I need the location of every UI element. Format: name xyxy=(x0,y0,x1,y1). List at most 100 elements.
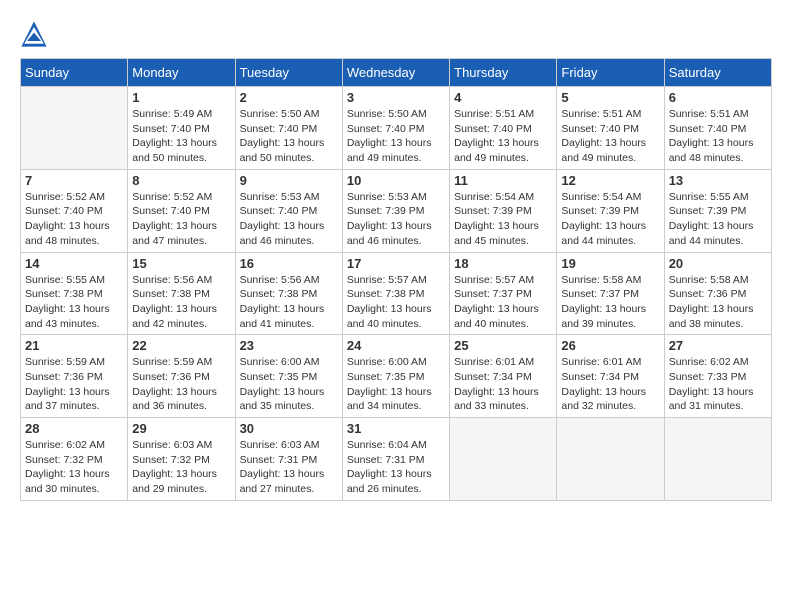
day-info: Sunrise: 6:02 AM Sunset: 7:33 PM Dayligh… xyxy=(669,355,767,414)
day-info: Sunrise: 5:51 AM Sunset: 7:40 PM Dayligh… xyxy=(454,107,552,166)
day-info: Sunrise: 5:49 AM Sunset: 7:40 PM Dayligh… xyxy=(132,107,230,166)
weekday-header-saturday: Saturday xyxy=(664,59,771,87)
day-number: 8 xyxy=(132,173,230,188)
day-cell: 21 Sunrise: 5:59 AM Sunset: 7:36 PM Dayli… xyxy=(21,335,128,418)
day-number: 19 xyxy=(561,256,659,271)
day-cell: 3 Sunrise: 5:50 AM Sunset: 7:40 PM Daylig… xyxy=(342,87,449,170)
day-info: Sunrise: 6:03 AM Sunset: 7:31 PM Dayligh… xyxy=(240,438,338,497)
week-row-1: 1 Sunrise: 5:49 AM Sunset: 7:40 PM Daylig… xyxy=(21,87,772,170)
day-number: 3 xyxy=(347,90,445,105)
day-cell xyxy=(664,418,771,501)
day-cell: 25 Sunrise: 6:01 AM Sunset: 7:34 PM Dayli… xyxy=(450,335,557,418)
day-info: Sunrise: 5:56 AM Sunset: 7:38 PM Dayligh… xyxy=(240,273,338,332)
logo-icon xyxy=(20,20,48,48)
day-info: Sunrise: 6:00 AM Sunset: 7:35 PM Dayligh… xyxy=(347,355,445,414)
day-number: 12 xyxy=(561,173,659,188)
day-number: 17 xyxy=(347,256,445,271)
day-number: 9 xyxy=(240,173,338,188)
day-number: 23 xyxy=(240,338,338,353)
day-cell: 4 Sunrise: 5:51 AM Sunset: 7:40 PM Daylig… xyxy=(450,87,557,170)
day-cell: 17 Sunrise: 5:57 AM Sunset: 7:38 PM Dayli… xyxy=(342,252,449,335)
day-number: 5 xyxy=(561,90,659,105)
day-cell: 30 Sunrise: 6:03 AM Sunset: 7:31 PM Dayli… xyxy=(235,418,342,501)
day-info: Sunrise: 5:53 AM Sunset: 7:39 PM Dayligh… xyxy=(347,190,445,249)
day-cell: 29Sunrise: 6:03 AM Sunset: 7:32 PM Dayli… xyxy=(128,418,235,501)
weekday-header-friday: Friday xyxy=(557,59,664,87)
day-cell xyxy=(557,418,664,501)
day-number: 4 xyxy=(454,90,552,105)
day-info: Sunrise: 5:50 AM Sunset: 7:40 PM Dayligh… xyxy=(240,107,338,166)
day-info: Sunrise: 5:57 AM Sunset: 7:38 PM Dayligh… xyxy=(347,273,445,332)
weekday-header-thursday: Thursday xyxy=(450,59,557,87)
day-number: 20 xyxy=(669,256,767,271)
day-cell: 26 Sunrise: 6:01 AM Sunset: 7:34 PM Dayli… xyxy=(557,335,664,418)
day-info: Sunrise: 5:55 AM Sunset: 7:38 PM Dayligh… xyxy=(25,273,123,332)
day-cell xyxy=(450,418,557,501)
day-cell: 8 Sunrise: 5:52 AM Sunset: 7:40 PM Daylig… xyxy=(128,169,235,252)
day-number: 31 xyxy=(347,421,445,436)
day-info: Sunrise: 5:52 AM Sunset: 7:40 PM Dayligh… xyxy=(25,190,123,249)
day-info: Sunrise: 6:01 AM Sunset: 7:34 PM Dayligh… xyxy=(454,355,552,414)
day-number: 16 xyxy=(240,256,338,271)
day-cell: 11 Sunrise: 5:54 AM Sunset: 7:39 PM Dayli… xyxy=(450,169,557,252)
day-cell: 10 Sunrise: 5:53 AM Sunset: 7:39 PM Dayli… xyxy=(342,169,449,252)
day-number: 28 xyxy=(25,421,123,436)
day-info: Sunrise: 6:02 AM Sunset: 7:32 PM Dayligh… xyxy=(25,438,123,497)
day-cell xyxy=(21,87,128,170)
day-cell: 19Sunrise: 5:58 AM Sunset: 7:37 PM Dayli… xyxy=(557,252,664,335)
weekday-header-monday: Monday xyxy=(128,59,235,87)
day-cell: 15 Sunrise: 5:56 AM Sunset: 7:38 PM Dayli… xyxy=(128,252,235,335)
day-info: Sunrise: 5:57 AM Sunset: 7:37 PM Dayligh… xyxy=(454,273,552,332)
day-number: 25 xyxy=(454,338,552,353)
day-number: 26 xyxy=(561,338,659,353)
day-cell: 16 Sunrise: 5:56 AM Sunset: 7:38 PM Dayli… xyxy=(235,252,342,335)
day-info: Sunrise: 5:54 AM Sunset: 7:39 PM Dayligh… xyxy=(454,190,552,249)
day-number: 18 xyxy=(454,256,552,271)
day-info: Sunrise: 6:03 AM Sunset: 7:32 PM Dayligh… xyxy=(132,438,230,497)
day-info: Sunrise: 5:53 AM Sunset: 7:40 PM Dayligh… xyxy=(240,190,338,249)
day-cell: 5Sunrise: 5:51 AM Sunset: 7:40 PM Daylig… xyxy=(557,87,664,170)
day-cell: 23Sunrise: 6:00 AM Sunset: 7:35 PM Dayli… xyxy=(235,335,342,418)
day-cell: 13Sunrise: 5:55 AM Sunset: 7:39 PM Dayli… xyxy=(664,169,771,252)
day-number: 24 xyxy=(347,338,445,353)
calendar-table: SundayMondayTuesdayWednesdayThursdayFrid… xyxy=(20,58,772,501)
day-number: 7 xyxy=(25,173,123,188)
day-cell: 18 Sunrise: 5:57 AM Sunset: 7:37 PM Dayli… xyxy=(450,252,557,335)
day-cell: 1 Sunrise: 5:49 AM Sunset: 7:40 PM Daylig… xyxy=(128,87,235,170)
day-info: Sunrise: 5:51 AM Sunset: 7:40 PM Dayligh… xyxy=(669,107,767,166)
day-cell: 14 Sunrise: 5:55 AM Sunset: 7:38 PM Dayli… xyxy=(21,252,128,335)
day-number: 30 xyxy=(240,421,338,436)
page-header xyxy=(20,20,772,48)
day-number: 11 xyxy=(454,173,552,188)
day-number: 27 xyxy=(669,338,767,353)
day-cell: 28 Sunrise: 6:02 AM Sunset: 7:32 PM Dayli… xyxy=(21,418,128,501)
day-cell: 9 Sunrise: 5:53 AM Sunset: 7:40 PM Daylig… xyxy=(235,169,342,252)
day-number: 10 xyxy=(347,173,445,188)
day-cell: 2Sunrise: 5:50 AM Sunset: 7:40 PM Daylig… xyxy=(235,87,342,170)
day-cell: 24 Sunrise: 6:00 AM Sunset: 7:35 PM Dayli… xyxy=(342,335,449,418)
logo xyxy=(20,20,52,48)
day-info: Sunrise: 5:52 AM Sunset: 7:40 PM Dayligh… xyxy=(132,190,230,249)
day-cell: 7 Sunrise: 5:52 AM Sunset: 7:40 PM Daylig… xyxy=(21,169,128,252)
week-row-4: 21 Sunrise: 5:59 AM Sunset: 7:36 PM Dayli… xyxy=(21,335,772,418)
day-number: 22 xyxy=(132,338,230,353)
day-cell: 31Sunrise: 6:04 AM Sunset: 7:31 PM Dayli… xyxy=(342,418,449,501)
day-info: Sunrise: 6:01 AM Sunset: 7:34 PM Dayligh… xyxy=(561,355,659,414)
day-number: 1 xyxy=(132,90,230,105)
weekday-header-wednesday: Wednesday xyxy=(342,59,449,87)
day-number: 6 xyxy=(669,90,767,105)
day-number: 21 xyxy=(25,338,123,353)
day-number: 15 xyxy=(132,256,230,271)
day-cell: 27 Sunrise: 6:02 AM Sunset: 7:33 PM Dayli… xyxy=(664,335,771,418)
day-number: 14 xyxy=(25,256,123,271)
day-info: Sunrise: 5:59 AM Sunset: 7:36 PM Dayligh… xyxy=(25,355,123,414)
day-cell: 6 Sunrise: 5:51 AM Sunset: 7:40 PM Daylig… xyxy=(664,87,771,170)
day-info: Sunrise: 5:56 AM Sunset: 7:38 PM Dayligh… xyxy=(132,273,230,332)
day-cell: 20 Sunrise: 5:58 AM Sunset: 7:36 PM Dayli… xyxy=(664,252,771,335)
weekday-header-row: SundayMondayTuesdayWednesdayThursdayFrid… xyxy=(21,59,772,87)
day-info: Sunrise: 5:50 AM Sunset: 7:40 PM Dayligh… xyxy=(347,107,445,166)
weekday-header-tuesday: Tuesday xyxy=(235,59,342,87)
day-cell: 12Sunrise: 5:54 AM Sunset: 7:39 PM Dayli… xyxy=(557,169,664,252)
day-info: Sunrise: 5:58 AM Sunset: 7:36 PM Dayligh… xyxy=(669,273,767,332)
day-cell: 22Sunrise: 5:59 AM Sunset: 7:36 PM Dayli… xyxy=(128,335,235,418)
